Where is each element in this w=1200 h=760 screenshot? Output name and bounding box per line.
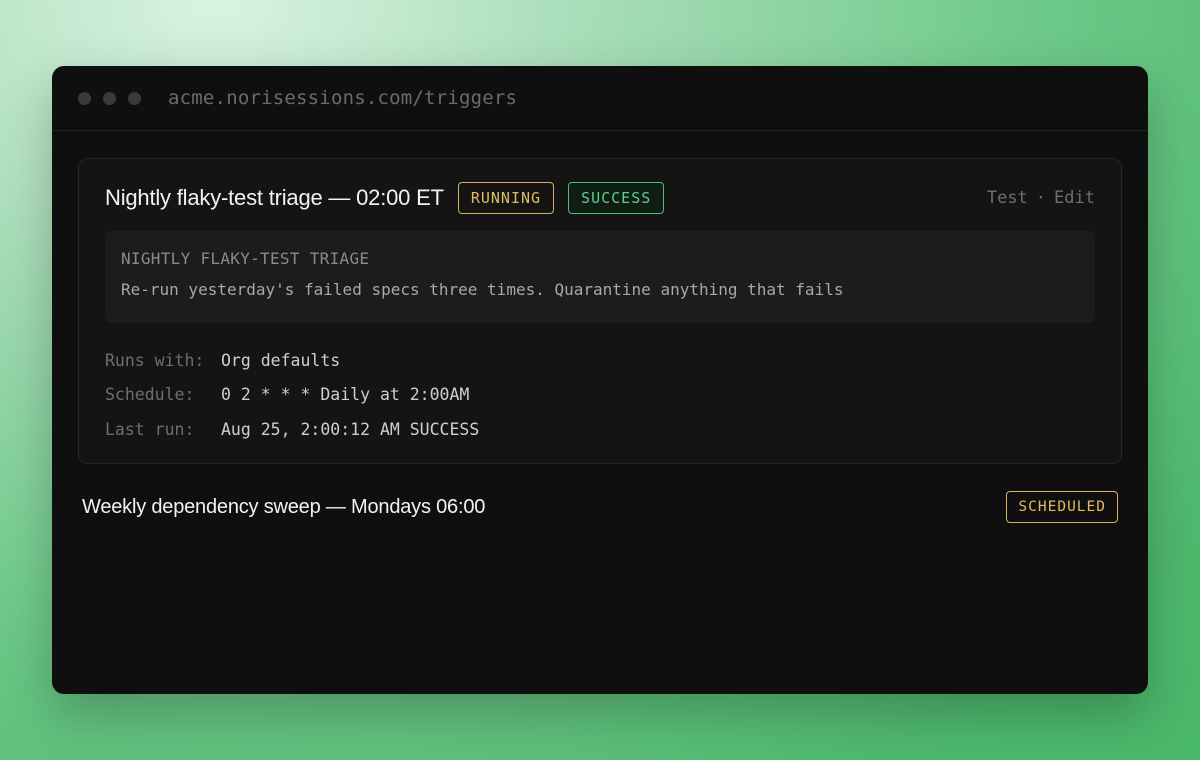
meta-label: Schedule:	[105, 385, 195, 405]
trigger-title: Weekly dependency sweep — Mondays 06:00	[82, 495, 486, 518]
browser-window: acme.norisessions.com/triggers Nightly f…	[52, 66, 1148, 694]
trigger-meta: Runs with: Org defaults Schedule: 0 2 * …	[105, 343, 479, 447]
test-link[interactable]: Test	[987, 188, 1028, 208]
meta-row-schedule: Schedule: 0 2 * * * Daily at 2:00AM	[105, 378, 479, 413]
trigger-actions: Test · Edit	[987, 188, 1095, 208]
maximize-dot-icon[interactable]	[128, 91, 141, 105]
success-badge: SUCCESS	[568, 182, 665, 214]
edit-link[interactable]: Edit	[1054, 188, 1095, 208]
minimize-dot-icon[interactable]	[103, 91, 116, 105]
address-bar-url[interactable]: acme.norisessions.com/triggers	[168, 87, 517, 109]
prompt-text: Re-run yesterday's failed specs three ti…	[121, 280, 844, 299]
meta-label: Last run:	[105, 419, 195, 439]
trigger-title: Nightly flaky-test triage — 02:00 ET	[105, 185, 444, 210]
meta-value: 0 2 * * * Daily at 2:00AM	[221, 385, 470, 405]
running-badge: RUNNING	[457, 182, 555, 214]
meta-row-last-run: Last run: Aug 25, 2:00:12 AM SUCCESS	[105, 412, 479, 447]
meta-row-runs-with: Runs with: Org defaults	[105, 343, 479, 378]
close-dot-icon[interactable]	[78, 91, 91, 105]
trigger-card-expanded: Nightly flaky-test triage — 02:00 ET RUN…	[78, 158, 1122, 464]
trigger-card-header: Nightly flaky-test triage — 02:00 ET RUN…	[105, 181, 1095, 215]
window-controls	[78, 91, 141, 105]
actions-separator: ·	[1035, 188, 1047, 208]
prompt-title: NIGHTLY FLAKY-TEST TRIAGE	[121, 249, 370, 268]
prompt-box: NIGHTLY FLAKY-TEST TRIAGE Re-run yesterd…	[105, 231, 1095, 323]
trigger-row-collapsed[interactable]: Weekly dependency sweep — Mondays 06:00 …	[82, 490, 1118, 524]
title-bar: acme.norisessions.com/triggers	[52, 66, 1148, 131]
scheduled-badge: SCHEDULED	[1006, 491, 1118, 523]
meta-value: Org defaults	[221, 350, 341, 370]
meta-label: Runs with:	[105, 350, 205, 370]
meta-value: Aug 25, 2:00:12 AM SUCCESS	[221, 419, 480, 439]
